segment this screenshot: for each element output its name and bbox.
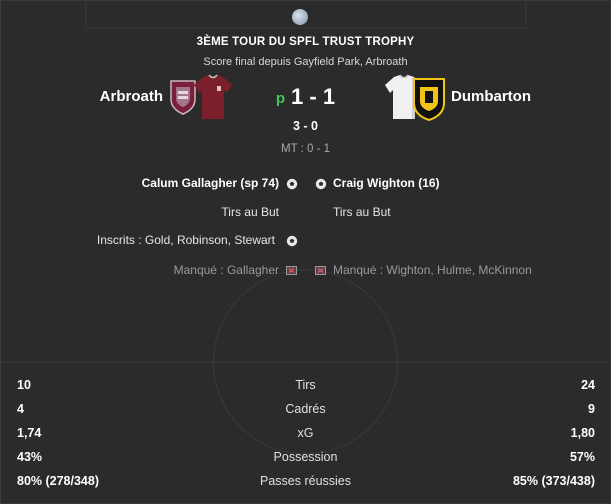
home-goal-scorer[interactable]: Calum Gallagher (sp 74) bbox=[142, 176, 279, 190]
home-score: 1 bbox=[291, 84, 304, 109]
stat-label: xG bbox=[297, 426, 314, 440]
away-goal-scorer[interactable]: Craig Wighton (16) bbox=[333, 176, 440, 190]
penalty-shootout-score: 3 - 0 bbox=[292, 119, 318, 133]
stat-away-value: 9 bbox=[588, 402, 595, 416]
home-shootout-missed: Manqué : Gallagher bbox=[173, 263, 279, 277]
competition-title: 3ÈME TOUR DU SPFL TRUST TROPHY bbox=[196, 36, 415, 48]
home-shootout-scored: Inscrits : Gold, Robinson, Stewart bbox=[96, 233, 275, 247]
home-shootout-label: Tirs au But bbox=[221, 205, 279, 219]
stat-label: Possession bbox=[273, 450, 338, 464]
away-shootout-label: Tirs au But bbox=[333, 205, 391, 219]
football-icon bbox=[286, 235, 298, 247]
competition-logo[interactable] bbox=[292, 9, 308, 25]
stat-away-value: 1,80 bbox=[570, 426, 595, 440]
away-team-name[interactable]: Dumbarton bbox=[451, 88, 531, 105]
away-shootout-missed: Manqué : Wighton, Hulme, McKinnon bbox=[333, 263, 532, 277]
missed-penalty-icon bbox=[286, 266, 297, 275]
score-separator: - bbox=[309, 84, 317, 109]
football-icon bbox=[286, 178, 298, 190]
penalty-marker: p bbox=[275, 90, 286, 107]
stat-away-value: 24 bbox=[581, 378, 595, 392]
stat-label: Tirs bbox=[295, 378, 316, 392]
away-score: 1 bbox=[322, 84, 336, 109]
stat-label: Cadrés bbox=[285, 402, 326, 416]
football-icon bbox=[315, 178, 327, 190]
dumbarton-badge-icon[interactable] bbox=[412, 77, 446, 121]
match-subtitle: Score final depuis Gayfield Park, Arbroa… bbox=[203, 56, 408, 68]
stat-away-value: 57% bbox=[569, 450, 595, 464]
half-time-score: MT : 0 - 1 bbox=[281, 143, 330, 155]
stat-away-value: 85% (373/438) bbox=[512, 474, 595, 488]
missed-penalty-icon bbox=[315, 266, 326, 275]
